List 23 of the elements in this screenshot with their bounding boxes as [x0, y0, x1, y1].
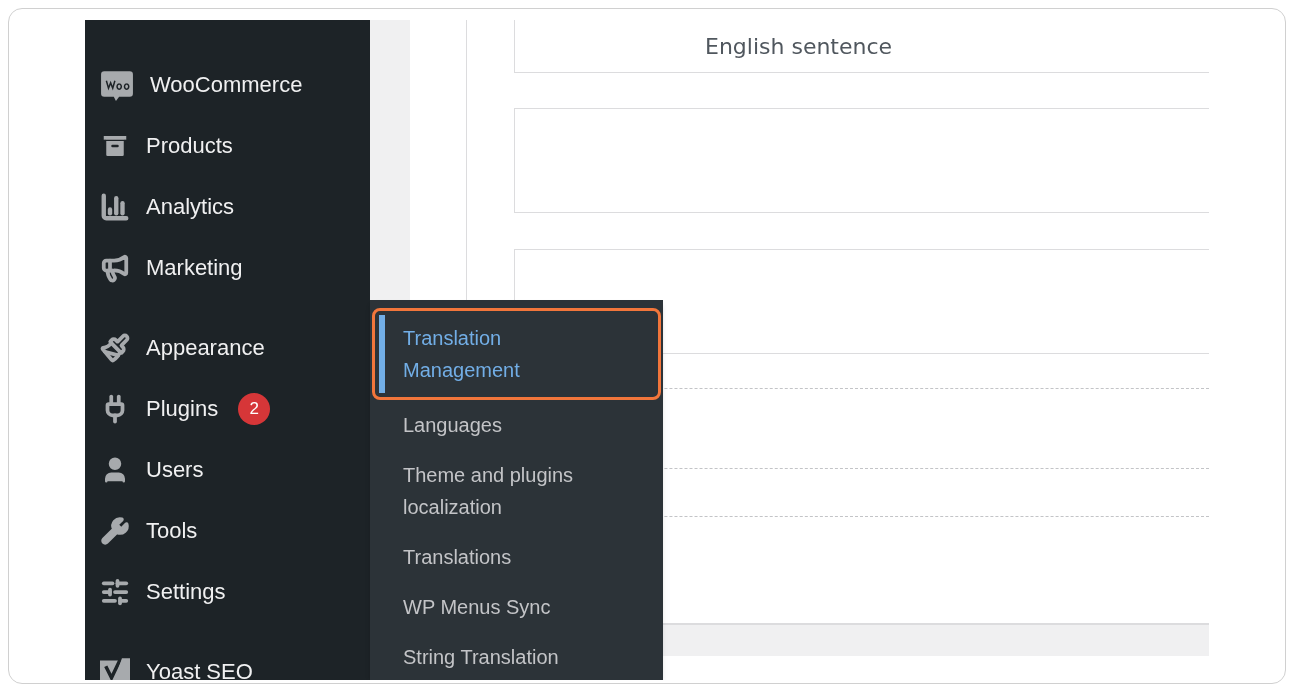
wrench-icon: [100, 515, 130, 546]
submenu-item[interactable]: Languages: [372, 400, 661, 450]
submenu-item[interactable]: Translations: [372, 532, 661, 582]
sidebar-item[interactable]: Appearance: [85, 317, 370, 378]
sidebar-item[interactable]: Plugins 2: [85, 378, 370, 439]
sentence-text: English sentence: [705, 32, 893, 61]
settings-icon: [100, 576, 130, 607]
sidebar-item[interactable]: Analytics: [85, 176, 370, 237]
paintbrush-icon: [100, 332, 130, 363]
submenu-item[interactable]: Translation Management: [372, 308, 661, 400]
sidebar-item[interactable]: Marketing: [85, 237, 370, 298]
megaphone-icon: [100, 252, 130, 283]
submenu-item[interactable]: WP Menus Sync: [372, 582, 661, 632]
count-badge: 2: [238, 392, 271, 425]
sidebar-item[interactable]: Yoast SEO: [85, 641, 370, 680]
sidebar-item[interactable]: Settings: [85, 561, 370, 622]
submenu-item[interactable]: Theme and plugins localization: [372, 450, 661, 532]
bar-chart-icon: [100, 191, 130, 222]
sidebar-item[interactable]: Users: [85, 439, 370, 500]
sidebar-item[interactable]: Tools: [85, 500, 370, 561]
sidebar-item[interactable]: Products: [85, 115, 370, 176]
sidebar-item[interactable]: WooCommerce: [85, 54, 370, 115]
submenu-item[interactable]: String Translation: [372, 632, 661, 680]
